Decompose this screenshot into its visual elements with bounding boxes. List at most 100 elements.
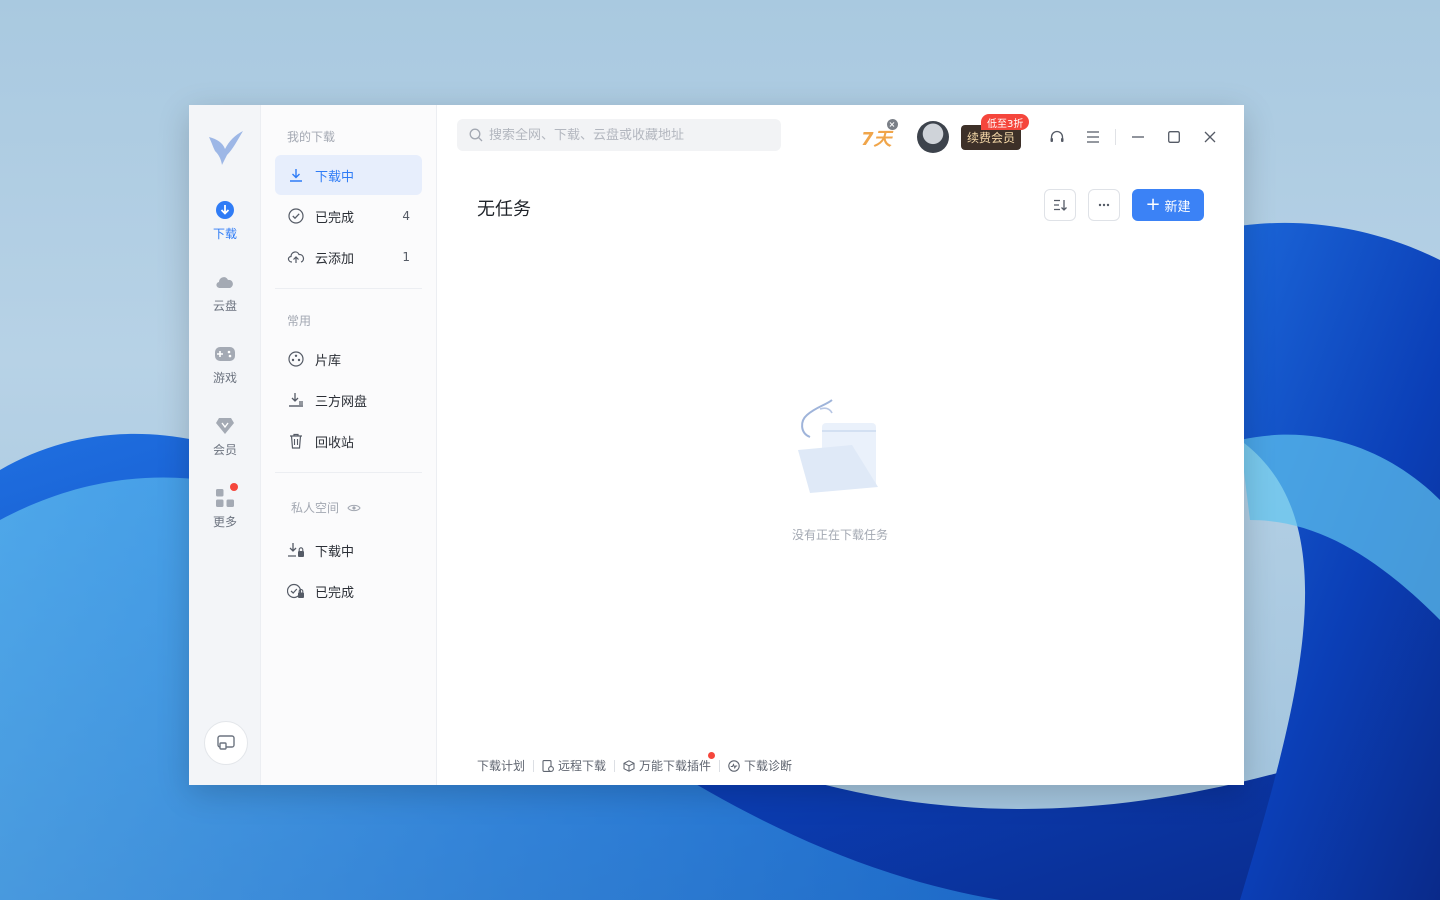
tray-download-icon <box>287 391 305 409</box>
section-title-my-downloads: 我的下载 <box>287 130 336 144</box>
discount-tag: 低至3折 <box>981 114 1030 130</box>
rail-item-label: 游戏 <box>212 371 237 385</box>
menu-item-label: 回收站 <box>315 435 355 451</box>
menu-item-label: 已完成 <box>315 585 355 601</box>
rail-item-label: 下载 <box>212 227 237 241</box>
trial-badge-label: 7天 <box>861 129 892 150</box>
apps-grid-icon <box>214 483 238 509</box>
avatar[interactable] <box>917 121 949 153</box>
download-circle-icon <box>214 199 236 221</box>
trial-badge[interactable]: 7天 × <box>861 119 898 151</box>
menu-item-private-completed[interactable]: 已完成 <box>275 571 422 611</box>
footer-divider <box>533 759 535 772</box>
search-input[interactable] <box>489 127 769 143</box>
rail-item-cloud[interactable]: 云盘 <box>189 271 261 327</box>
download-plan-label: 下载计划 <box>477 759 526 773</box>
rail-item-member[interactable]: 会员 <box>189 415 261 471</box>
notification-dot <box>230 483 238 491</box>
menu-item-completed[interactable]: 已完成 4 <box>275 196 422 236</box>
cube-icon <box>623 759 635 772</box>
close-icon <box>1204 131 1216 143</box>
menu-item-library[interactable]: 片库 <box>275 339 422 379</box>
cloud-icon <box>214 271 236 293</box>
rail-item-label: 云盘 <box>212 299 237 313</box>
main-panel: 7天 × 续费会员 低至3折 无任务 + <box>437 105 1244 785</box>
download-menu: 我的下载 下载中 已完成 4 云添加 1 常用 片库 三方网盘 回收站 私人空间… <box>261 105 437 785</box>
menu-item-third-party-disk[interactable]: 三方网盘 <box>275 380 422 420</box>
section-title-common: 常用 <box>287 314 312 328</box>
support-button[interactable] <box>1047 127 1067 147</box>
rail-item-download[interactable]: 下载 <box>189 199 261 255</box>
rail-item-label: 会员 <box>212 443 237 457</box>
sort-icon <box>1054 199 1067 211</box>
app-window: 下载 云盘 游戏 会员 更多 我的下载 下载中 已完成 4 云添加 1 常用 片… <box>189 105 1244 785</box>
new-task-label: 新建 <box>1164 199 1191 215</box>
download-arrow-icon <box>287 166 305 184</box>
more-button[interactable] <box>1088 189 1120 221</box>
search-icon <box>469 128 483 142</box>
menu-item-private-downloading[interactable]: 下载中 <box>275 530 422 570</box>
menu-item-label: 下载中 <box>315 544 355 560</box>
mini-window-icon <box>217 735 235 750</box>
divider <box>275 288 422 289</box>
ellipsis-icon <box>1098 203 1110 207</box>
cloud-upload-icon <box>287 248 305 266</box>
maximize-button[interactable] <box>1164 127 1184 147</box>
menu-item-label: 已完成 <box>315 210 355 226</box>
sort-button[interactable] <box>1044 189 1076 221</box>
nav-rail: 下载 云盘 游戏 会员 更多 <box>189 105 261 785</box>
new-task-button[interactable]: + 新建 <box>1132 189 1204 221</box>
empty-state-text: 没有正在下载任务 <box>791 528 888 542</box>
maximize-icon <box>1168 131 1180 143</box>
menu-item-downloading[interactable]: 下载中 <box>275 155 422 195</box>
plus-icon: + <box>1145 194 1161 215</box>
renew-vip-label: 续费会员 <box>967 131 1016 145</box>
locked-check-icon <box>287 582 305 600</box>
menu-item-label: 下载中 <box>315 169 355 185</box>
trash-icon <box>287 432 305 450</box>
mini-window-button[interactable] <box>204 721 248 765</box>
footer-divider <box>614 759 616 772</box>
film-reel-icon <box>287 350 305 368</box>
notification-dot <box>708 752 716 759</box>
footer-divider <box>719 759 721 772</box>
diagnose-icon <box>728 759 740 772</box>
menu-item-cloud-add[interactable]: 云添加 1 <box>275 237 422 277</box>
menu-item-label: 三方网盘 <box>315 394 368 410</box>
menu-item-label: 云添加 <box>315 251 355 267</box>
remote-download-label: 远程下载 <box>558 759 607 773</box>
eye-icon[interactable] <box>347 503 361 513</box>
gamepad-icon <box>214 343 236 365</box>
download-plugin-link[interactable]: 万能下载插件 <box>623 752 716 774</box>
rail-item-games[interactable]: 游戏 <box>189 343 261 399</box>
rail-item-more[interactable]: 更多 <box>189 483 261 543</box>
menu-item-label: 片库 <box>315 353 342 369</box>
rail-item-label: 更多 <box>212 515 237 529</box>
close-icon[interactable]: × <box>886 119 898 130</box>
locked-download-icon <box>287 541 305 559</box>
headset-icon <box>1050 130 1064 142</box>
hamburger-icon <box>1087 131 1099 143</box>
minimize-icon <box>1132 136 1144 138</box>
footer-toolbar: 下载计划 远程下载 万能下载插件 下载诊断 <box>477 752 792 774</box>
download-plugin-label: 万能下载插件 <box>639 759 712 773</box>
download-plan-link[interactable]: 下载计划 <box>477 757 525 774</box>
menu-item-recycle-bin[interactable]: 回收站 <box>275 421 422 461</box>
app-logo-icon <box>209 131 243 165</box>
download-diagnose-link[interactable]: 下载诊断 <box>728 757 792 774</box>
divider <box>275 472 422 473</box>
search-box[interactable] <box>457 119 781 151</box>
completed-count: 4 <box>402 209 410 223</box>
private-space-label: 私人空间 <box>291 501 340 515</box>
cloud-add-count: 1 <box>402 250 410 264</box>
toolbar-divider <box>1115 129 1116 145</box>
close-button[interactable] <box>1200 127 1220 147</box>
download-diagnose-label: 下载诊断 <box>744 759 793 773</box>
section-title-private-space: 私人空间 <box>291 499 361 516</box>
check-circle-icon <box>287 207 305 225</box>
menu-button[interactable] <box>1083 127 1103 147</box>
empty-folder-illustration <box>798 399 878 493</box>
diamond-icon <box>214 415 236 437</box>
minimize-button[interactable] <box>1128 127 1148 147</box>
remote-download-link[interactable]: 远程下载 <box>542 757 606 774</box>
